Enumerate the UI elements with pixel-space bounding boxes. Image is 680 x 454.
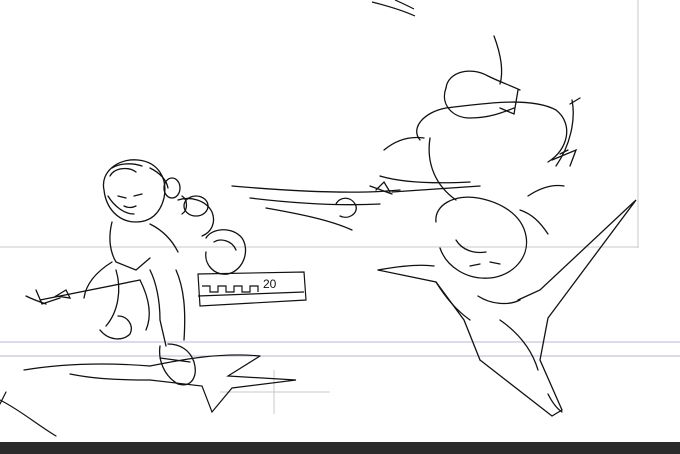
ruler-number-label: 20 — [263, 277, 277, 291]
bottom-toolbar-bar — [0, 442, 680, 454]
ruler-block — [197, 271, 307, 307]
top-strokes — [371, 0, 416, 17]
left-ground-shadow — [0, 354, 297, 437]
frame-guides — [0, 0, 680, 414]
left-character-sketch — [25, 159, 247, 386]
sketch-canvas[interactable]: 20 — [0, 0, 680, 454]
right-character-sketch — [231, 35, 637, 417]
sketch-drawing — [0, 0, 680, 437]
